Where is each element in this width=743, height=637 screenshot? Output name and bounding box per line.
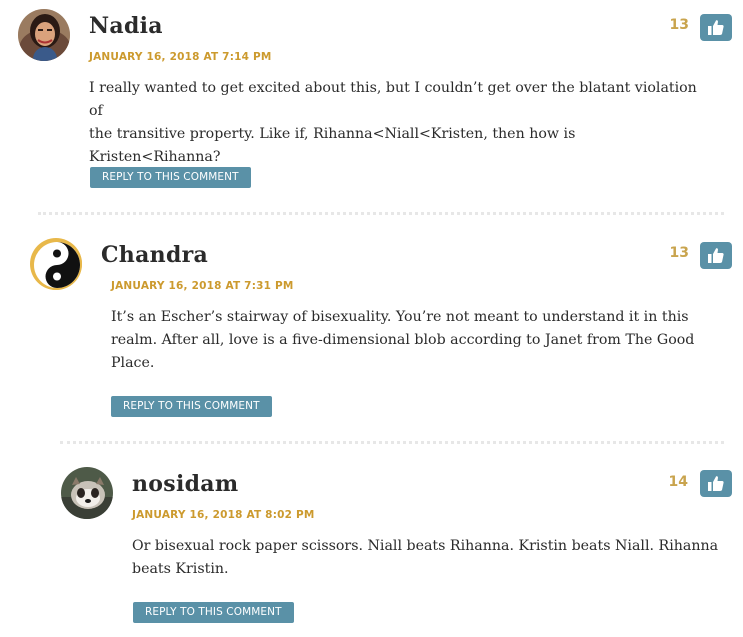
comment-divider <box>38 212 724 215</box>
comment-body: Or bisexual rock paper scissors. Niall b… <box>132 535 722 581</box>
reply-button[interactable]: REPLY TO THIS COMMENT <box>90 167 251 188</box>
reply-button[interactable]: REPLY TO THIS COMMENT <box>133 602 294 623</box>
comment-date[interactable]: JANUARY 16, 2018 AT 7:14 PM <box>89 51 272 63</box>
avatar[interactable] <box>18 9 70 61</box>
comment-author: Nadia <box>89 13 163 39</box>
comment-body-line: beats Kristin. <box>132 561 229 577</box>
comment-date[interactable]: JANUARY 16, 2018 AT 8:02 PM <box>132 509 315 521</box>
thumbs-up-icon <box>708 476 724 491</box>
thumbs-up-icon <box>708 20 724 35</box>
comment-body-line: Or bisexual rock paper scissors. Niall b… <box>132 538 719 554</box>
avatar[interactable] <box>30 238 82 290</box>
comment-body-line: realm. After all, love is a five-dimensi… <box>111 332 695 348</box>
yin-yang-icon <box>31 239 82 290</box>
like-count: 13 <box>669 17 689 33</box>
comment-body-line: Place. <box>111 355 155 371</box>
red-panda-icon <box>61 467 113 519</box>
comment-divider <box>60 441 724 444</box>
like-button[interactable] <box>700 242 732 269</box>
comment-body-line: It’s an Escher’s stairway of bisexuality… <box>111 309 689 325</box>
user-photo-icon <box>18 9 70 61</box>
like-count: 14 <box>668 474 688 490</box>
comment-author: nosidam <box>132 471 239 497</box>
thumbs-up-icon <box>708 248 724 263</box>
like-count: 13 <box>669 245 689 261</box>
comment-body-line: I really wanted to get excited about thi… <box>89 80 697 119</box>
comment-body-line: the transitive property. Like if, Rihann… <box>89 126 576 165</box>
like-button[interactable] <box>700 14 732 41</box>
reply-button[interactable]: REPLY TO THIS COMMENT <box>111 396 272 417</box>
avatar[interactable] <box>61 467 113 519</box>
like-button[interactable] <box>700 470 732 497</box>
comment-body: It’s an Escher’s stairway of bisexuality… <box>111 306 711 375</box>
comment-date[interactable]: JANUARY 16, 2018 AT 7:31 PM <box>111 280 294 292</box>
comment-author: Chandra <box>101 242 209 268</box>
